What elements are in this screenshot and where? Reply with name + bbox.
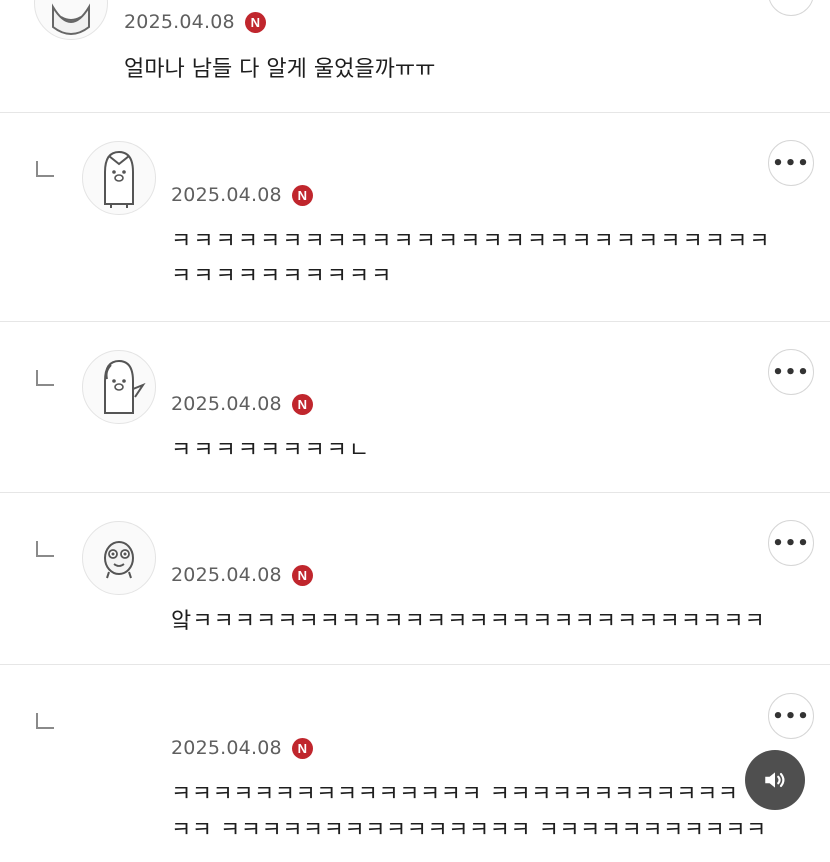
- naver-n-icon: N: [291, 737, 313, 759]
- comment-text: 앜ㅋㅋㅋㅋㅋㅋㅋㅋㅋㅋㅋㅋㅋㅋㅋㅋㅋㅋㅋㅋㅋㅋㅋㅋㅋㅋㅋ: [171, 609, 766, 634]
- more-options-button[interactable]: •••: [768, 520, 814, 566]
- profile-avatar-icon: [104, 359, 146, 414]
- reply-item: 2025.04.08 N ㅋㅋㅋㅋㅋㅋㅋㅋㅋㅋㅋㅋㅋㅋㅋㅋㅋㅋㅋㅋㅋㅋㅋㅋㅋㅋㅋ…: [0, 113, 830, 322]
- comment-text-line-1: ㅋㅋㅋㅋㅋㅋㅋㅋㅋㅋㅋㅋㅋㅋㅋ ㅋㅋㅋㅋㅋㅋㅋㅋㅋㅋㅋㅋ: [171, 782, 739, 807]
- more-options-button[interactable]: [768, 0, 814, 16]
- comment-text-line-2: ㅋㅋㅋㅋㅋㅋㅋㅋㅋㅋ: [171, 264, 394, 289]
- speaker-icon: [765, 772, 785, 788]
- comment-date: 2025.04.08: [171, 393, 282, 415]
- reply-arrow-icon: [36, 713, 54, 729]
- comment-meta: 2025.04.08 N: [124, 11, 266, 33]
- comment-text-line-2: ㅋㅋ ㅋㅋㅋㅋㅋㅋㅋㅋㅋㅋㅋㅋㅋㅋㅋ ㅋㅋㅋㅋㅋㅋㅋㅋㅋㅋㅋ: [171, 818, 767, 843]
- profile-avatar-icon: [104, 150, 134, 208]
- more-options-button[interactable]: •••: [768, 140, 814, 186]
- comment-date: 2025.04.08: [171, 564, 282, 586]
- comment-item: 2025.04.08 N 얼마나 남들 다 알게 울었을까ㅠㅠ: [0, 0, 830, 113]
- reply-arrow-icon: [36, 541, 54, 557]
- comment-date: 2025.04.08: [124, 11, 235, 33]
- naver-n-icon: N: [244, 11, 266, 33]
- more-options-button[interactable]: •••: [768, 693, 814, 739]
- comment-date: 2025.04.08: [171, 737, 282, 759]
- avatar[interactable]: [82, 141, 156, 215]
- comment-meta: 2025.04.08 N: [171, 184, 313, 206]
- reply-item: 2025.04.08 N ㅋㅋㅋㅋㅋㅋㅋㅋㄴ •••: [0, 322, 830, 493]
- reply-item: 2025.04.08 N 앜ㅋㅋㅋㅋㅋㅋㅋㅋㅋㅋㅋㅋㅋㅋㅋㅋㅋㅋㅋㅋㅋㅋㅋㅋㅋㅋ…: [0, 493, 830, 665]
- comment-meta: 2025.04.08 N: [171, 564, 313, 586]
- profile-avatar-icon: [52, 3, 90, 35]
- avatar[interactable]: [82, 350, 156, 424]
- reply-arrow-icon: [36, 161, 54, 177]
- naver-n-icon: N: [291, 184, 313, 206]
- profile-avatar-icon: [104, 541, 134, 579]
- audio-toggle-button[interactable]: [745, 750, 805, 810]
- comment-date: 2025.04.08: [171, 184, 282, 206]
- naver-n-icon: N: [291, 564, 313, 586]
- comment-text: ㅋㅋㅋㅋㅋㅋㅋㅋㄴ: [171, 438, 372, 463]
- naver-n-icon: N: [291, 393, 313, 415]
- avatar[interactable]: [82, 521, 156, 595]
- more-options-button[interactable]: •••: [768, 349, 814, 395]
- comment-text-line-1: ㅋㅋㅋㅋㅋㅋㅋㅋㅋㅋㅋㅋㅋㅋㅋㅋㅋㅋㅋㅋㅋㅋㅋㅋㅋㅋㅋ: [171, 229, 772, 254]
- reply-arrow-icon: [36, 370, 54, 386]
- comment-meta: 2025.04.08 N: [171, 393, 313, 415]
- comment-text: 얼마나 남들 다 알게 울었을까ㅠㅠ: [124, 57, 436, 82]
- avatar[interactable]: [34, 0, 108, 40]
- comment-meta: 2025.04.08 N: [171, 737, 313, 759]
- reply-item: 2025.04.08 N ㅋㅋㅋㅋㅋㅋㅋㅋㅋㅋㅋㅋㅋㅋㅋ ㅋㅋㅋㅋㅋㅋㅋㅋㅋㅋㅋ…: [0, 665, 830, 862]
